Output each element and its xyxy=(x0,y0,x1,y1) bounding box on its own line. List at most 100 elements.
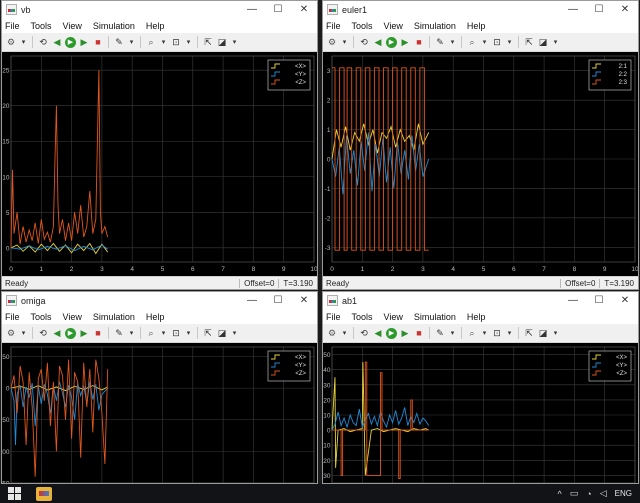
title-bar[interactable]: vb — ☐ ✕ xyxy=(2,1,317,18)
menu-simulation[interactable]: Simulation xyxy=(93,21,135,31)
plot-area[interactable]: -3 -2 -1 0 1 2 3 0 1 2 3 4 5 6 7 8 9 10 2:1 2:2 2:3 xyxy=(323,52,638,276)
zoom-icon[interactable]: ⌕ xyxy=(145,36,157,48)
dropdown-icon[interactable]: ▾ xyxy=(505,36,514,48)
maximize-button[interactable]: ☐ xyxy=(586,292,612,309)
dropdown-icon[interactable]: ▾ xyxy=(127,36,136,48)
dropdown-icon[interactable]: ▾ xyxy=(184,36,193,48)
cursor-icon[interactable]: ⇱ xyxy=(202,327,214,339)
restore-icon[interactable]: ⟲ xyxy=(358,36,370,48)
run-icon[interactable]: ▶ xyxy=(65,36,76,48)
plot-area[interactable]: -30 -20 -10 0 10 20 30 40 50 <X> <Y> <Z> xyxy=(323,343,638,483)
restore-icon[interactable]: ⟲ xyxy=(37,327,49,339)
stop-icon[interactable]: ■ xyxy=(413,327,425,339)
step-back-icon[interactable]: ◀ xyxy=(51,36,63,48)
gear-icon[interactable]: ⚙ xyxy=(5,327,17,339)
title-bar[interactable]: ab1 — ☐ ✕ xyxy=(323,292,638,309)
menu-file[interactable]: File xyxy=(5,312,20,322)
title-bar[interactable]: omiga — ☐ ✕ xyxy=(2,292,317,309)
close-button[interactable]: ✕ xyxy=(291,292,317,309)
dropdown-icon[interactable]: ▾ xyxy=(551,327,560,339)
minimize-button[interactable]: — xyxy=(239,292,265,309)
menu-tools[interactable]: Tools xyxy=(352,312,373,322)
minimize-button[interactable]: — xyxy=(560,1,586,18)
menu-file[interactable]: File xyxy=(5,21,20,31)
step-forward-icon[interactable]: ▶ xyxy=(399,36,411,48)
fit-icon[interactable]: ⊡ xyxy=(491,36,503,48)
minimize-button[interactable]: — xyxy=(560,292,586,309)
style-icon[interactable]: ◪ xyxy=(216,36,228,48)
dropdown-icon[interactable]: ▾ xyxy=(19,36,28,48)
run-icon[interactable]: ▶ xyxy=(386,327,397,339)
run-icon[interactable]: ▶ xyxy=(386,36,397,48)
stop-icon[interactable]: ■ xyxy=(92,36,104,48)
windows-start-icon[interactable] xyxy=(6,486,22,502)
menu-help[interactable]: Help xyxy=(146,21,165,31)
plot-area[interactable]: -150 -100 -50 0 50 <X> <Y> <Z> xyxy=(2,343,317,483)
dropdown-icon[interactable]: ▾ xyxy=(230,36,239,48)
style-icon[interactable]: ◪ xyxy=(537,327,549,339)
highlight-icon[interactable]: ✎ xyxy=(113,36,125,48)
zoom-icon[interactable]: ⌕ xyxy=(466,36,478,48)
menu-simulation[interactable]: Simulation xyxy=(93,312,135,322)
fit-icon[interactable]: ⊡ xyxy=(170,36,182,48)
menu-tools[interactable]: Tools xyxy=(31,21,52,31)
step-forward-icon[interactable]: ▶ xyxy=(78,36,90,48)
menu-help[interactable]: Help xyxy=(146,312,165,322)
maximize-button[interactable]: ☐ xyxy=(265,1,291,18)
menu-simulation[interactable]: Simulation xyxy=(414,312,456,322)
cursor-icon[interactable]: ⇱ xyxy=(202,36,214,48)
matlab-taskbar-icon[interactable] xyxy=(36,486,52,501)
maximize-button[interactable]: ☐ xyxy=(265,292,291,309)
highlight-icon[interactable]: ✎ xyxy=(434,327,446,339)
restore-icon[interactable]: ⟲ xyxy=(37,36,49,48)
stop-icon[interactable]: ■ xyxy=(413,36,425,48)
gear-icon[interactable]: ⚙ xyxy=(5,36,17,48)
step-back-icon[interactable]: ◀ xyxy=(372,36,384,48)
highlight-icon[interactable]: ✎ xyxy=(434,36,446,48)
zoom-icon[interactable]: ⌕ xyxy=(145,327,157,339)
dropdown-icon[interactable]: ▾ xyxy=(340,36,349,48)
menu-tools[interactable]: Tools xyxy=(31,312,52,322)
network-icon[interactable]: ◔ xyxy=(586,489,591,499)
dropdown-icon[interactable]: ▾ xyxy=(448,36,457,48)
maximize-button[interactable]: ☐ xyxy=(586,1,612,18)
dropdown-icon[interactable]: ▾ xyxy=(184,327,193,339)
menu-tools[interactable]: Tools xyxy=(352,21,373,31)
zoom-icon[interactable]: ⌕ xyxy=(466,327,478,339)
dropdown-icon[interactable]: ▾ xyxy=(19,327,28,339)
stop-icon[interactable]: ■ xyxy=(92,327,104,339)
menu-help[interactable]: Help xyxy=(467,21,486,31)
fit-icon[interactable]: ⊡ xyxy=(170,327,182,339)
fit-icon[interactable]: ⊡ xyxy=(491,327,503,339)
volume-icon[interactable]: ◁ xyxy=(600,488,607,499)
gear-icon[interactable]: ⚙ xyxy=(326,36,338,48)
dropdown-icon[interactable]: ▾ xyxy=(505,327,514,339)
dropdown-icon[interactable]: ▾ xyxy=(127,327,136,339)
battery-icon[interactable]: ▭ xyxy=(570,488,579,499)
menu-file[interactable]: File xyxy=(326,21,341,31)
plot-area[interactable]: 0 5 10 15 20 25 0 1 2 3 4 5 6 7 8 9 10 <X> <Y> <Z> xyxy=(2,52,317,276)
menu-help[interactable]: Help xyxy=(467,312,486,322)
close-button[interactable]: ✕ xyxy=(291,1,317,18)
dropdown-icon[interactable]: ▾ xyxy=(340,327,349,339)
gear-icon[interactable]: ⚙ xyxy=(326,327,338,339)
cursor-icon[interactable]: ⇱ xyxy=(523,36,535,48)
close-button[interactable]: ✕ xyxy=(612,1,638,18)
dropdown-icon[interactable]: ▾ xyxy=(159,327,168,339)
highlight-icon[interactable]: ✎ xyxy=(113,327,125,339)
run-icon[interactable]: ▶ xyxy=(65,327,76,339)
menu-view[interactable]: View xyxy=(384,21,403,31)
dropdown-icon[interactable]: ▾ xyxy=(480,36,489,48)
step-back-icon[interactable]: ◀ xyxy=(51,327,63,339)
dropdown-icon[interactable]: ▾ xyxy=(230,327,239,339)
restore-icon[interactable]: ⟲ xyxy=(358,327,370,339)
minimize-button[interactable]: — xyxy=(239,1,265,18)
step-forward-icon[interactable]: ▶ xyxy=(399,327,411,339)
step-back-icon[interactable]: ◀ xyxy=(372,327,384,339)
title-bar[interactable]: euler1 — ☐ ✕ xyxy=(323,1,638,18)
close-button[interactable]: ✕ xyxy=(612,292,638,309)
dropdown-icon[interactable]: ▾ xyxy=(159,36,168,48)
menu-view[interactable]: View xyxy=(384,312,403,322)
menu-simulation[interactable]: Simulation xyxy=(414,21,456,31)
menu-view[interactable]: View xyxy=(63,312,82,322)
